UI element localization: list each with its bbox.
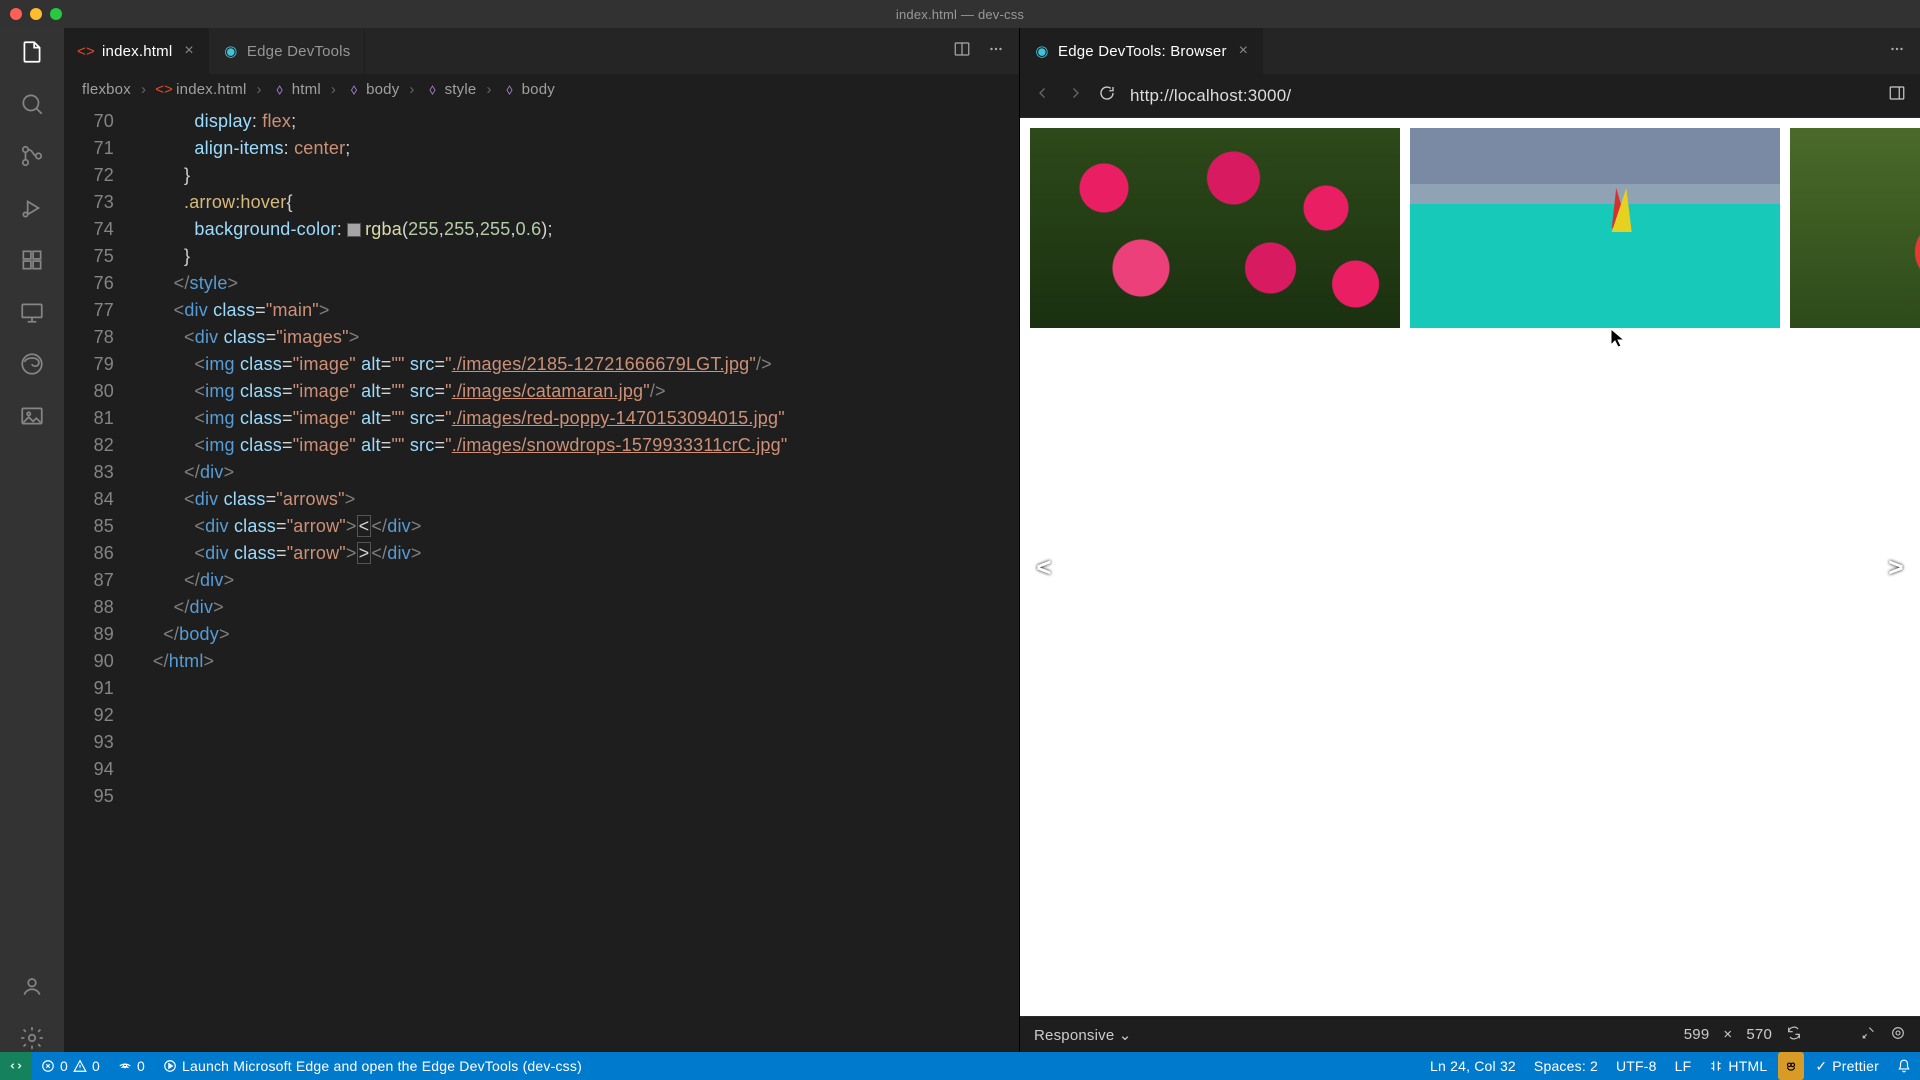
browser-preview[interactable]: < > xyxy=(1020,118,1920,1016)
code-text[interactable]: display: flex; align-items: center; } .a… xyxy=(132,104,1019,1052)
more-actions-icon[interactable] xyxy=(1888,40,1906,63)
tab-index-html[interactable]: <> index.html × xyxy=(64,28,209,74)
accounts-icon[interactable] xyxy=(18,972,46,1000)
edge-icon: ◉ xyxy=(1034,43,1050,59)
breadcrumb-item[interactable]: ⬨body xyxy=(346,81,399,98)
edge-tools-icon[interactable] xyxy=(18,350,46,378)
carousel-next-arrow[interactable]: > xyxy=(1882,543,1910,591)
times-icon: × xyxy=(1723,1026,1732,1043)
devtools-actions xyxy=(1874,28,1920,74)
breadcrumb-item[interactable]: <>index.html xyxy=(156,81,246,98)
status-bar: 0 0 0 Launch Microsoft Edge and open the… xyxy=(0,1052,1920,1080)
html-file-icon: <> xyxy=(156,81,172,97)
devtools-tabs: ◉ Edge DevTools: Browser × xyxy=(1020,28,1920,74)
preview-image xyxy=(1410,128,1780,328)
preview-image xyxy=(1030,128,1400,328)
copilot-status[interactable] xyxy=(1778,1052,1804,1080)
run-debug-icon[interactable] xyxy=(18,194,46,222)
line-gutter: 7071727374757677787980818283848586878889… xyxy=(64,104,132,1052)
close-icon[interactable]: × xyxy=(1239,42,1249,60)
window-controls xyxy=(10,8,62,20)
ports-status[interactable]: 0 xyxy=(109,1052,154,1080)
back-icon[interactable] xyxy=(1034,84,1052,107)
tab-label: Edge DevTools: Browser xyxy=(1058,43,1227,60)
editor-tabs: <> index.html × ◉ Edge DevTools xyxy=(64,28,1019,74)
breadcrumb-item[interactable]: ⬨html xyxy=(272,81,321,98)
symbol-tag-icon: ⬨ xyxy=(272,81,288,97)
edge-icon: ◉ xyxy=(223,43,239,59)
dock-icon[interactable] xyxy=(1888,84,1906,107)
split-editor-icon[interactable] xyxy=(953,40,971,63)
breadcrumb-item[interactable]: flexbox xyxy=(82,81,131,98)
cursor-icon xyxy=(1610,328,1626,348)
titlebar: index.html — dev-css xyxy=(0,0,1920,28)
explorer-icon[interactable] xyxy=(18,38,46,66)
notifications-icon[interactable] xyxy=(1888,1052,1920,1080)
tab-label: index.html xyxy=(102,43,172,60)
zoom-window[interactable] xyxy=(50,8,62,20)
more-actions-icon[interactable] xyxy=(987,40,1005,63)
settings-gear-icon[interactable] xyxy=(18,1024,46,1052)
source-control-icon[interactable] xyxy=(18,142,46,170)
breadcrumb-item[interactable]: ⬨style xyxy=(425,81,477,98)
viewport-width[interactable]: 599 xyxy=(1684,1026,1710,1043)
search-icon[interactable] xyxy=(18,90,46,118)
encoding-status[interactable]: UTF-8 xyxy=(1607,1052,1666,1080)
forward-icon[interactable] xyxy=(1066,84,1084,107)
editor-group: <> index.html × ◉ Edge DevTools flexbox›… xyxy=(64,28,1020,1052)
carousel-prev-arrow[interactable]: < xyxy=(1030,543,1058,591)
code-editor[interactable]: 7071727374757677787980818283848586878889… xyxy=(64,104,1019,1052)
remote-indicator[interactable] xyxy=(0,1052,32,1080)
tab-devtools-browser[interactable]: ◉ Edge DevTools: Browser × xyxy=(1020,28,1263,74)
reload-icon[interactable] xyxy=(1098,84,1116,107)
window-title: index.html — dev-css xyxy=(896,7,1024,22)
close-icon[interactable]: × xyxy=(184,42,194,60)
symbol-tag-icon: ⬨ xyxy=(502,81,518,97)
prettier-status[interactable]: ✓ Prettier xyxy=(1806,1052,1888,1080)
preview-image xyxy=(1790,128,1920,328)
browser-toolbar: http://localhost:3000/ xyxy=(1020,74,1920,118)
breadcrumb-item[interactable]: ⬨body xyxy=(502,81,555,98)
language-mode[interactable]: HTML xyxy=(1700,1052,1776,1080)
minimize-window[interactable] xyxy=(30,8,42,20)
responsive-bar: Responsive ⌄ 599 × 570 xyxy=(1020,1016,1920,1052)
rotate-icon[interactable] xyxy=(1786,1025,1802,1045)
tab-label: Edge DevTools xyxy=(247,43,351,60)
close-window[interactable] xyxy=(10,8,22,20)
eol-status[interactable]: LF xyxy=(1666,1052,1701,1080)
screenshot-icon[interactable] xyxy=(1860,1025,1876,1045)
html-file-icon: <> xyxy=(78,43,94,59)
emulation-settings-icon[interactable] xyxy=(1890,1025,1906,1045)
editor-actions xyxy=(939,28,1019,74)
indentation-status[interactable]: Spaces: 2 xyxy=(1525,1052,1607,1080)
devtools-panel: ◉ Edge DevTools: Browser × http://localh… xyxy=(1020,28,1920,1052)
image-preview-icon[interactable] xyxy=(18,402,46,430)
url-bar[interactable]: http://localhost:3000/ xyxy=(1130,86,1874,106)
activity-bar xyxy=(0,28,64,1052)
cursor-position[interactable]: Ln 24, Col 32 xyxy=(1421,1052,1525,1080)
responsive-mode[interactable]: Responsive ⌄ xyxy=(1034,1026,1132,1044)
remote-explorer-icon[interactable] xyxy=(18,298,46,326)
extensions-icon[interactable] xyxy=(18,246,46,274)
breadcrumbs[interactable]: flexbox› <>index.html› ⬨html› ⬨body› ⬨st… xyxy=(64,74,1019,104)
viewport-height[interactable]: 570 xyxy=(1746,1026,1772,1043)
chevron-down-icon: ⌄ xyxy=(1119,1027,1132,1044)
launch-task[interactable]: Launch Microsoft Edge and open the Edge … xyxy=(154,1052,591,1080)
symbol-tag-icon: ⬨ xyxy=(346,81,362,97)
symbol-tag-icon: ⬨ xyxy=(425,81,441,97)
problems-status[interactable]: 0 0 xyxy=(32,1052,109,1080)
tab-edge-devtools[interactable]: ◉ Edge DevTools xyxy=(209,28,366,74)
